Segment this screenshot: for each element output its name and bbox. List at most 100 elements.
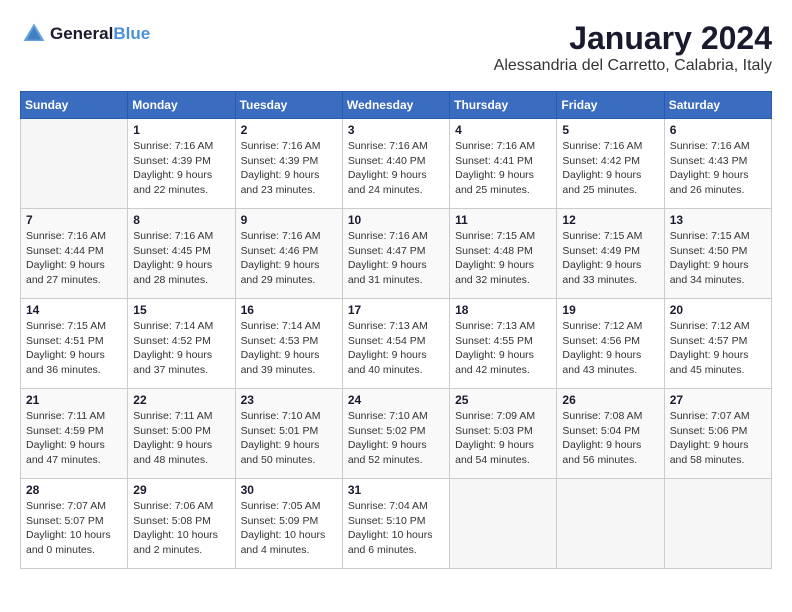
day-info: Sunrise: 7:12 AM Sunset: 4:57 PM Dayligh… bbox=[670, 319, 766, 378]
day-info: Sunrise: 7:16 AM Sunset: 4:42 PM Dayligh… bbox=[562, 139, 658, 198]
calendar-cell: 29Sunrise: 7:06 AM Sunset: 5:08 PM Dayli… bbox=[128, 479, 235, 569]
day-number: 4 bbox=[455, 123, 551, 137]
day-info: Sunrise: 7:16 AM Sunset: 4:39 PM Dayligh… bbox=[133, 139, 229, 198]
calendar-cell: 31 Sunrise: 7:04 AM Sunset: 5:10 PM Dayli… bbox=[342, 479, 449, 569]
calendar-cell: 15 Sunrise: 7:14 AM Sunset: 4:52 PM Dayli… bbox=[128, 299, 235, 389]
calendar-cell: 12 Sunrise: 7:15 AM Sunset: 4:49 PM Dayli… bbox=[557, 209, 664, 299]
calendar-table: SundayMondayTuesdayWednesdayThursdayFrid… bbox=[20, 91, 772, 569]
calendar-cell: 1 Sunrise: 7:16 AM Sunset: 4:39 PM Daylig… bbox=[128, 119, 235, 209]
day-info: Sunrise: 7:10 AM Sunset: 5:01 PM Dayligh… bbox=[241, 409, 337, 468]
calendar-week-2: 7 Sunrise: 7:16 AM Sunset: 4:44 PM Daylig… bbox=[21, 209, 772, 299]
calendar-cell: 27 Sunrise: 7:07 AM Sunset: 5:06 PM Dayli… bbox=[664, 389, 771, 479]
day-number: 10 bbox=[348, 213, 444, 227]
calendar-cell: 10 Sunrise: 7:16 AM Sunset: 4:47 PM Dayli… bbox=[342, 209, 449, 299]
day-info: Sunrise: 7:15 AM Sunset: 4:48 PM Dayligh… bbox=[455, 229, 551, 288]
calendar-cell bbox=[557, 479, 664, 569]
day-info: Sunrise: 7:16 AM Sunset: 4:39 PM Dayligh… bbox=[241, 139, 337, 198]
calendar-cell: 9Sunrise: 7:16 AM Sunset: 4:46 PM Daylig… bbox=[235, 209, 342, 299]
day-number: 20 bbox=[670, 303, 766, 317]
day-info: Sunrise: 7:14 AM Sunset: 4:53 PM Dayligh… bbox=[241, 319, 337, 378]
calendar-cell: 4 Sunrise: 7:16 AM Sunset: 4:41 PM Daylig… bbox=[450, 119, 557, 209]
calendar-cell: 17 Sunrise: 7:13 AM Sunset: 4:54 PM Dayli… bbox=[342, 299, 449, 389]
calendar-cell: 20 Sunrise: 7:12 AM Sunset: 4:57 PM Dayli… bbox=[664, 299, 771, 389]
day-info: Sunrise: 7:04 AM Sunset: 5:10 PM Dayligh… bbox=[348, 499, 444, 558]
day-info: Sunrise: 7:15 AM Sunset: 4:51 PM Dayligh… bbox=[26, 319, 122, 378]
day-number: 30 bbox=[241, 483, 337, 497]
calendar-cell bbox=[21, 119, 128, 209]
day-number: 27 bbox=[670, 393, 766, 407]
day-header-wednesday: Wednesday bbox=[342, 92, 449, 119]
day-header-saturday: Saturday bbox=[664, 92, 771, 119]
calendar-cell bbox=[450, 479, 557, 569]
day-info: Sunrise: 7:16 AM Sunset: 4:43 PM Dayligh… bbox=[670, 139, 766, 198]
day-info: Sunrise: 7:11 AM Sunset: 4:59 PM Dayligh… bbox=[26, 409, 122, 468]
day-number: 18 bbox=[455, 303, 551, 317]
title-block: January 2024 Alessandria del Carretto, C… bbox=[494, 20, 772, 75]
page-header: GeneralBlue January 2024 Alessandria del… bbox=[20, 20, 772, 75]
day-info: Sunrise: 7:16 AM Sunset: 4:44 PM Dayligh… bbox=[26, 229, 122, 288]
day-number: 8 bbox=[133, 213, 229, 227]
day-info: Sunrise: 7:07 AM Sunset: 5:07 PM Dayligh… bbox=[26, 499, 122, 558]
location-title: Alessandria del Carretto, Calabria, Ital… bbox=[494, 57, 772, 75]
logo-icon bbox=[20, 20, 48, 48]
day-number: 3 bbox=[348, 123, 444, 137]
day-info: Sunrise: 7:16 AM Sunset: 4:45 PM Dayligh… bbox=[133, 229, 229, 288]
day-info: Sunrise: 7:16 AM Sunset: 4:40 PM Dayligh… bbox=[348, 139, 444, 198]
day-info: Sunrise: 7:14 AM Sunset: 4:52 PM Dayligh… bbox=[133, 319, 229, 378]
day-info: Sunrise: 7:12 AM Sunset: 4:56 PM Dayligh… bbox=[562, 319, 658, 378]
day-info: Sunrise: 7:11 AM Sunset: 5:00 PM Dayligh… bbox=[133, 409, 229, 468]
calendar-week-1: 1 Sunrise: 7:16 AM Sunset: 4:39 PM Daylig… bbox=[21, 119, 772, 209]
day-number: 24 bbox=[348, 393, 444, 407]
day-number: 2 bbox=[241, 123, 337, 137]
day-number: 9 bbox=[241, 213, 337, 227]
day-number: 19 bbox=[562, 303, 658, 317]
logo-blue: Blue bbox=[113, 24, 150, 43]
calendar-cell: 26Sunrise: 7:08 AM Sunset: 5:04 PM Dayli… bbox=[557, 389, 664, 479]
day-info: Sunrise: 7:15 AM Sunset: 4:49 PM Dayligh… bbox=[562, 229, 658, 288]
day-number: 21 bbox=[26, 393, 122, 407]
day-header-thursday: Thursday bbox=[450, 92, 557, 119]
day-number: 23 bbox=[241, 393, 337, 407]
day-number: 22 bbox=[133, 393, 229, 407]
calendar-cell: 7 Sunrise: 7:16 AM Sunset: 4:44 PM Daylig… bbox=[21, 209, 128, 299]
day-number: 15 bbox=[133, 303, 229, 317]
calendar-cell: 11 Sunrise: 7:15 AM Sunset: 4:48 PM Dayli… bbox=[450, 209, 557, 299]
day-number: 12 bbox=[562, 213, 658, 227]
day-header-monday: Monday bbox=[128, 92, 235, 119]
month-title: January 2024 bbox=[494, 20, 772, 57]
calendar-cell bbox=[664, 479, 771, 569]
calendar-cell: 16 Sunrise: 7:14 AM Sunset: 4:53 PM Dayli… bbox=[235, 299, 342, 389]
day-number: 14 bbox=[26, 303, 122, 317]
calendar-week-5: 28 Sunrise: 7:07 AM Sunset: 5:07 PM Dayli… bbox=[21, 479, 772, 569]
day-info: Sunrise: 7:13 AM Sunset: 4:55 PM Dayligh… bbox=[455, 319, 551, 378]
day-number: 1 bbox=[133, 123, 229, 137]
calendar-cell: 21 Sunrise: 7:11 AM Sunset: 4:59 PM Dayli… bbox=[21, 389, 128, 479]
day-number: 13 bbox=[670, 213, 766, 227]
calendar-cell: 23 Sunrise: 7:10 AM Sunset: 5:01 PM Dayli… bbox=[235, 389, 342, 479]
calendar-cell: 28 Sunrise: 7:07 AM Sunset: 5:07 PM Dayli… bbox=[21, 479, 128, 569]
day-header-friday: Friday bbox=[557, 92, 664, 119]
day-number: 25 bbox=[455, 393, 551, 407]
calendar-week-4: 21 Sunrise: 7:11 AM Sunset: 4:59 PM Dayli… bbox=[21, 389, 772, 479]
logo: GeneralBlue bbox=[20, 20, 150, 48]
day-number: 31 bbox=[348, 483, 444, 497]
calendar-week-3: 14 Sunrise: 7:15 AM Sunset: 4:51 PM Dayli… bbox=[21, 299, 772, 389]
day-info: Sunrise: 7:16 AM Sunset: 4:47 PM Dayligh… bbox=[348, 229, 444, 288]
logo-general: General bbox=[50, 24, 113, 43]
day-info: Sunrise: 7:07 AM Sunset: 5:06 PM Dayligh… bbox=[670, 409, 766, 468]
calendar-cell: 14 Sunrise: 7:15 AM Sunset: 4:51 PM Dayli… bbox=[21, 299, 128, 389]
day-info: Sunrise: 7:15 AM Sunset: 4:50 PM Dayligh… bbox=[670, 229, 766, 288]
day-number: 17 bbox=[348, 303, 444, 317]
day-info: Sunrise: 7:08 AM Sunset: 5:04 PM Dayligh… bbox=[562, 409, 658, 468]
calendar-cell: 19 Sunrise: 7:12 AM Sunset: 4:56 PM Dayli… bbox=[557, 299, 664, 389]
day-info: Sunrise: 7:09 AM Sunset: 5:03 PM Dayligh… bbox=[455, 409, 551, 468]
day-number: 7 bbox=[26, 213, 122, 227]
day-number: 29 bbox=[133, 483, 229, 497]
day-number: 28 bbox=[26, 483, 122, 497]
day-info: Sunrise: 7:10 AM Sunset: 5:02 PM Dayligh… bbox=[348, 409, 444, 468]
day-header-tuesday: Tuesday bbox=[235, 92, 342, 119]
day-info: Sunrise: 7:16 AM Sunset: 4:41 PM Dayligh… bbox=[455, 139, 551, 198]
day-number: 11 bbox=[455, 213, 551, 227]
day-info: Sunrise: 7:13 AM Sunset: 4:54 PM Dayligh… bbox=[348, 319, 444, 378]
day-number: 16 bbox=[241, 303, 337, 317]
